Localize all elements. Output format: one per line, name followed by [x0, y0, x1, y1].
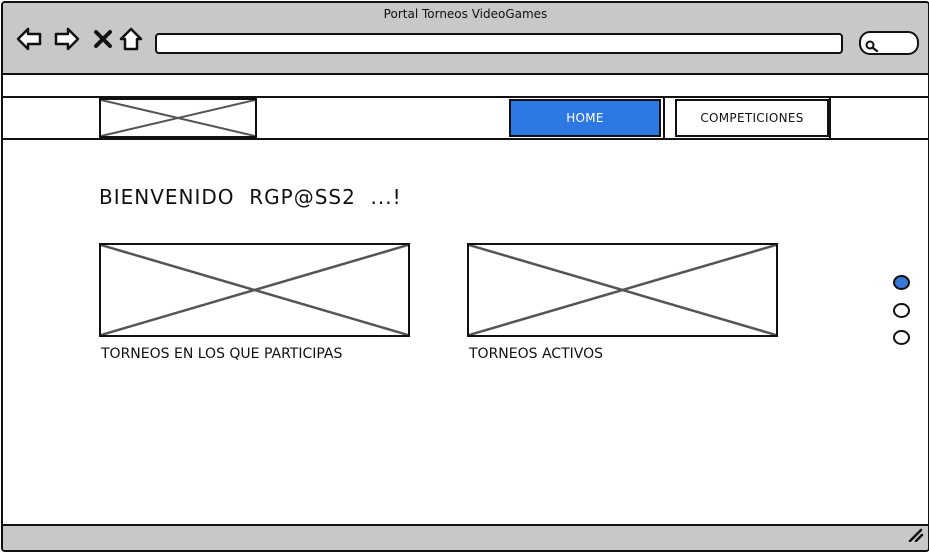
browser-window: Portal Torneos VideoGames HOME COMPETICI… [1, 1, 929, 552]
tournaments-participating-label[interactable]: TORNEOS EN LOS QUE PARTICIPAS [101, 346, 342, 362]
welcome-heading: BIENVENIDO RGP@SS2 ...! [99, 185, 402, 209]
divider [663, 98, 665, 138]
browser-chrome: Portal Torneos VideoGames [3, 3, 928, 75]
pager-dot-2[interactable] [893, 303, 910, 318]
pager-dot-3[interactable] [893, 330, 910, 345]
home-icon[interactable] [117, 25, 145, 53]
close-icon[interactable] [89, 25, 117, 53]
active-tournaments-image[interactable] [467, 243, 778, 337]
divider [829, 98, 831, 138]
logo-placeholder [99, 98, 257, 138]
forward-arrow-icon[interactable] [53, 25, 81, 53]
resize-grip-icon[interactable] [908, 527, 924, 546]
active-tournaments-label[interactable]: TORNEOS ACTIVOS [469, 346, 603, 362]
tournaments-participating-image[interactable] [99, 243, 410, 337]
top-navbar: HOME COMPETICIONES [3, 96, 928, 140]
tab-competiciones[interactable]: COMPETICIONES [675, 99, 829, 137]
search-icon [865, 37, 879, 56]
search-input[interactable] [859, 31, 919, 55]
pager-dot-1[interactable] [893, 275, 910, 290]
status-bar [3, 524, 928, 550]
back-arrow-icon[interactable] [15, 25, 43, 53]
tab-home[interactable]: HOME [509, 99, 661, 137]
window-title: Portal Torneos VideoGames [383, 7, 548, 21]
url-input[interactable] [155, 33, 843, 54]
